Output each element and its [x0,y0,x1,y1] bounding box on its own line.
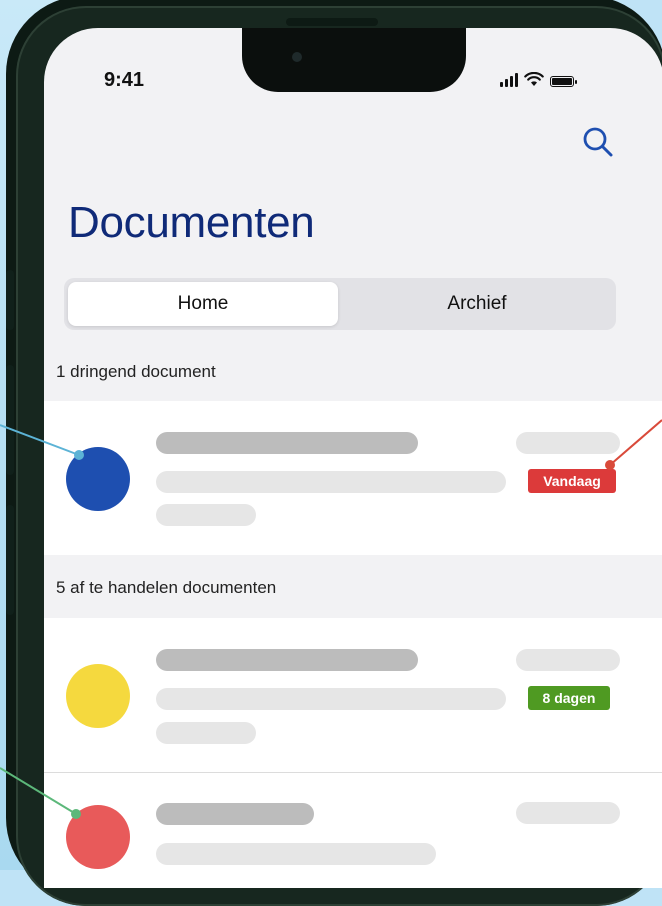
document-avatar [66,805,130,869]
battery-icon [550,76,577,87]
wifi-icon [524,72,544,86]
phone-screen: 9:41 Documenten Home Archief 1 dringend … [44,28,662,888]
section-header-urgent: 1 dringend document [56,362,216,381]
signal-icon [500,73,518,87]
notch [242,28,466,92]
document-avatar [66,664,130,728]
document-row[interactable]: Vandaag [44,401,662,555]
tab-home[interactable]: Home [68,282,338,326]
search-icon [583,127,613,157]
search-button[interactable] [580,124,616,160]
side-button-mute [6,270,14,330]
document-avatar [66,447,130,511]
placeholder-meta [156,504,256,526]
status-time: 9:41 [104,69,145,91]
side-button-volume-down [6,505,14,615]
due-badge: Vandaag [528,469,616,493]
due-badge: 8 dagen [528,686,610,710]
page-title: Documenten [68,198,315,247]
document-row[interactable] [44,773,662,888]
document-row[interactable]: 8 dagen [44,618,662,772]
status-icons [500,72,577,87]
placeholder-title [156,432,418,454]
side-button-volume-up [6,365,14,475]
placeholder-date [516,432,620,454]
section-header-pending: 5 af te handelen documenten [56,578,277,597]
speaker-grille [286,18,378,26]
front-camera [292,52,302,62]
placeholder-meta [156,722,256,744]
placeholder-date [516,802,620,824]
placeholder-subtitle [156,843,436,865]
placeholder-title [156,803,314,825]
placeholder-subtitle [156,688,506,710]
segmented-control: Home Archief [64,278,616,330]
placeholder-date [516,649,620,671]
placeholder-subtitle [156,471,506,493]
placeholder-title [156,649,418,671]
tab-archief[interactable]: Archief [342,282,612,326]
